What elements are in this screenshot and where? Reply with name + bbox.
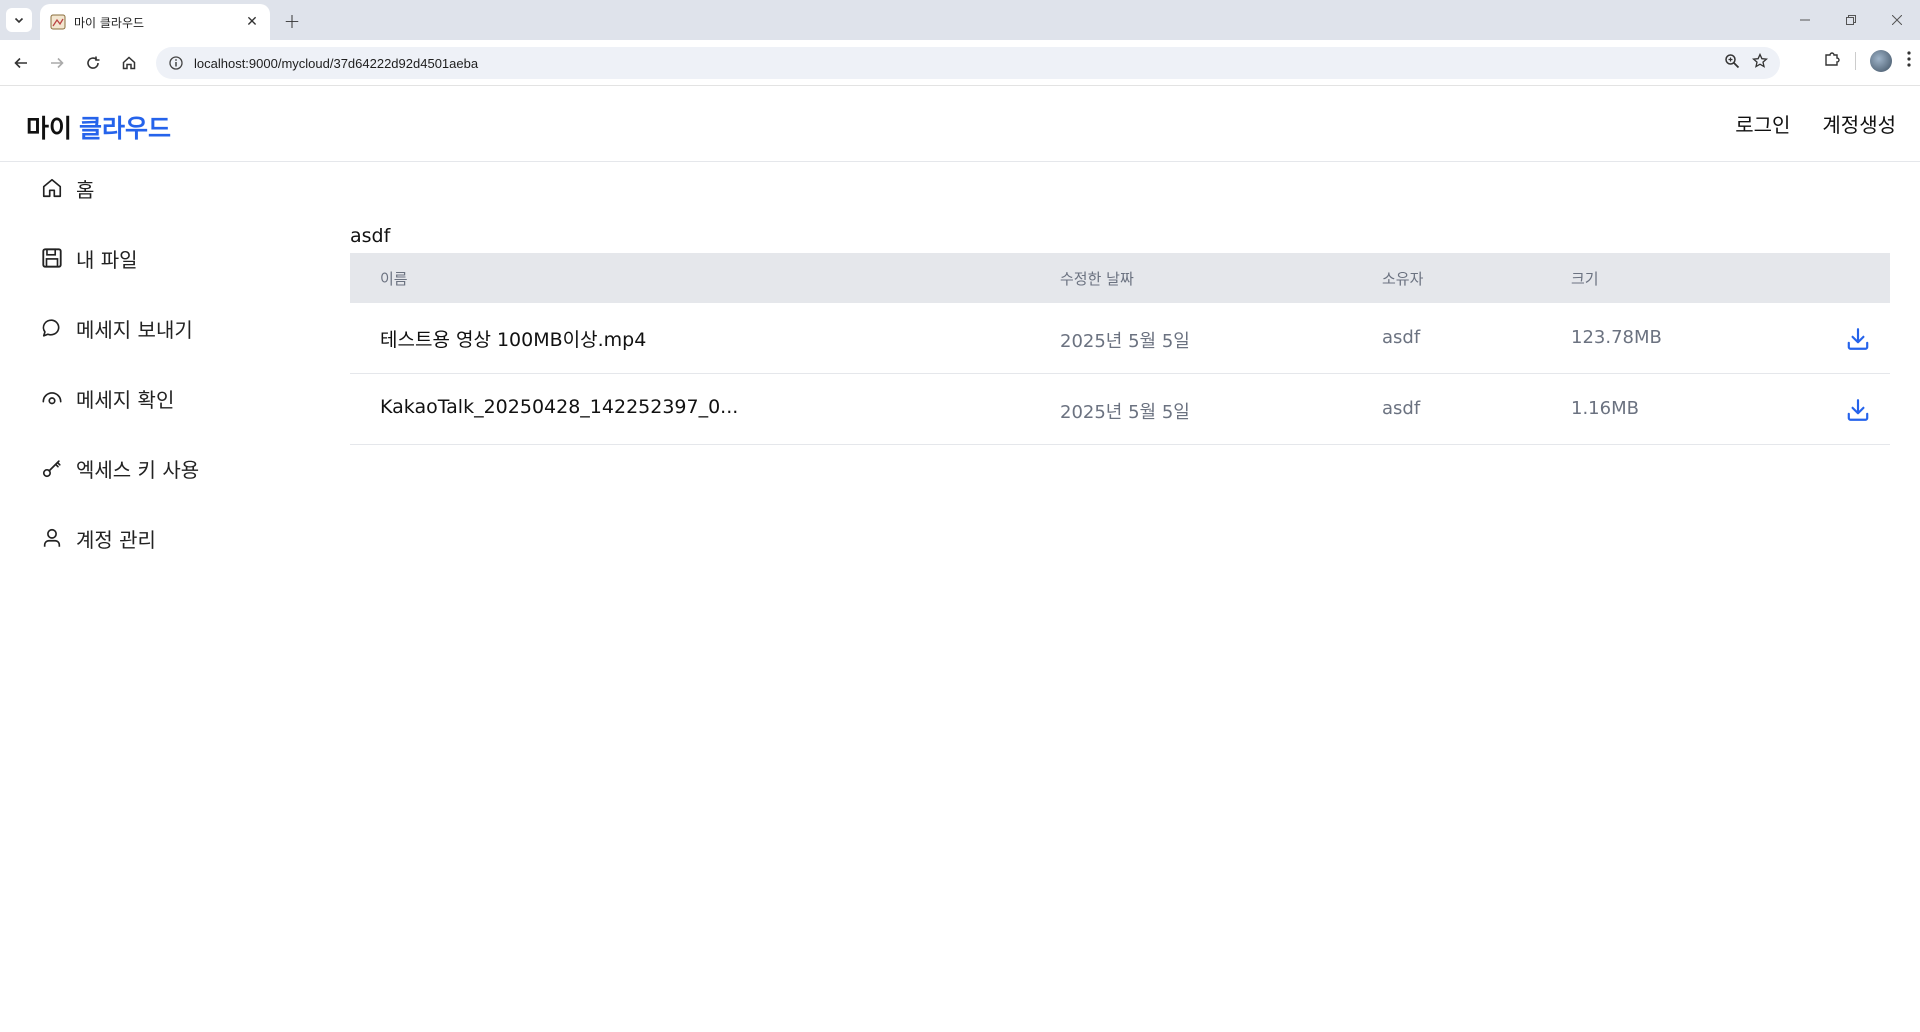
brand-part2: 클라우드 — [78, 115, 171, 143]
file-name[interactable]: KakaoTalk_20250428_142252397_0... — [380, 396, 738, 418]
brand-part1: 마이 — [26, 115, 73, 143]
login-link[interactable]: 로그인 — [1735, 109, 1790, 138]
url-text: localhost:9000/mycloud/37d64222d92d4501a… — [194, 55, 479, 71]
app-header: 마이 클라우드 로그인 계정생성 — [0, 87, 1920, 162]
table-header: 이름 수정한 날짜 소유자 크기 — [350, 253, 1890, 303]
sidebar-item-check-message[interactable]: 메세지 확인 — [40, 378, 174, 418]
browser-menu-icon[interactable] — [1906, 50, 1912, 72]
sidebar-item-label: 메세지 확인 — [76, 387, 175, 412]
column-header-size[interactable]: 크기 — [1571, 268, 1599, 289]
profile-avatar[interactable] — [1870, 50, 1892, 72]
extensions-puzzle-icon[interactable] — [1823, 50, 1841, 72]
sidebar-item-label: 내 파일 — [76, 247, 138, 272]
eye-arc-icon — [40, 386, 64, 410]
minimize-icon[interactable] — [1782, 0, 1828, 40]
sidebar-item-home[interactable]: 홈 — [40, 168, 94, 208]
file-name[interactable]: 테스트용 영상 100MB이상.mp4 — [380, 325, 646, 352]
column-header-name[interactable]: 이름 — [380, 268, 408, 289]
download-icon[interactable] — [1844, 396, 1872, 424]
signup-link[interactable]: 계정생성 — [1822, 109, 1896, 138]
chat-bubble-icon — [40, 316, 64, 340]
file-modified-date: 2025년 5월 5일 — [1060, 402, 1190, 423]
home-icon — [40, 176, 64, 200]
header-nav: 로그인 계정생성 — [1735, 109, 1896, 138]
zoom-icon[interactable] — [1724, 53, 1740, 73]
restore-icon[interactable] — [1828, 0, 1874, 40]
sidebar-item-send-message[interactable]: 메세지 보내기 — [40, 308, 193, 348]
file-table: 이름 수정한 날짜 소유자 크기 테스트용 영상 100MB이상.mp4 202… — [350, 253, 1890, 445]
favicon-icon — [50, 14, 66, 30]
table-row[interactable]: 테스트용 영상 100MB이상.mp4 2025년 5월 5일 asdf 123… — [350, 303, 1890, 374]
column-header-owner[interactable]: 소유자 — [1382, 268, 1423, 289]
bookmark-star-icon[interactable] — [1751, 52, 1769, 73]
new-tab-button[interactable]: + — [280, 9, 304, 33]
window-controls — [1782, 0, 1920, 40]
tab-title: 마이 클라우드 — [74, 15, 145, 30]
forward-arrow-icon[interactable] — [44, 50, 70, 76]
sidebar-item-access-key[interactable]: 엑세스 키 사용 — [40, 448, 199, 488]
file-owner: asdf — [1382, 327, 1421, 348]
sidebar-item-label: 엑세스 키 사용 — [76, 457, 200, 482]
chevron-down-icon — [14, 17, 24, 24]
file-size: 1.16MB — [1571, 398, 1639, 419]
browser-toolbar: localhost:9000/mycloud/37d64222d92d4501a… — [0, 40, 1920, 86]
file-size: 123.78MB — [1571, 327, 1662, 348]
site-info-icon[interactable] — [168, 55, 184, 71]
tab-list-button[interactable] — [6, 8, 32, 32]
file-modified-date: 2025년 5월 5일 — [1060, 331, 1190, 352]
sidebar-item-my-files[interactable]: 내 파일 — [40, 238, 138, 278]
user-icon — [40, 526, 64, 550]
browser-tab-active[interactable]: 마이 클라우드 ✕ — [40, 4, 270, 40]
sidebar-item-label: 홈 — [76, 177, 95, 202]
folder-title: asdf — [350, 225, 391, 247]
browser-tab-bar: 마이 클라우드 ✕ + — [0, 0, 1920, 40]
save-icon — [40, 246, 64, 270]
close-window-icon[interactable] — [1874, 0, 1920, 40]
address-bar[interactable]: localhost:9000/mycloud/37d64222d92d4501a… — [156, 47, 1780, 79]
key-icon — [40, 456, 64, 480]
sidebar-item-account[interactable]: 계정 관리 — [40, 518, 156, 558]
sidebar-item-label: 메세지 보내기 — [76, 317, 193, 342]
reload-icon[interactable] — [80, 50, 106, 76]
home-browser-icon[interactable] — [116, 50, 142, 76]
column-header-modified[interactable]: 수정한 날짜 — [1060, 268, 1134, 289]
back-arrow-icon[interactable] — [8, 50, 34, 76]
sidebar-item-label: 계정 관리 — [76, 527, 156, 552]
tab-close-icon[interactable]: ✕ — [244, 14, 260, 30]
table-row[interactable]: KakaoTalk_20250428_142252397_0... 2025년 … — [350, 374, 1890, 445]
file-owner: asdf — [1382, 398, 1421, 419]
brand-logo[interactable]: 마이 클라우드 — [26, 109, 171, 145]
download-icon[interactable] — [1844, 325, 1872, 353]
toolbar-divider — [1855, 52, 1856, 70]
